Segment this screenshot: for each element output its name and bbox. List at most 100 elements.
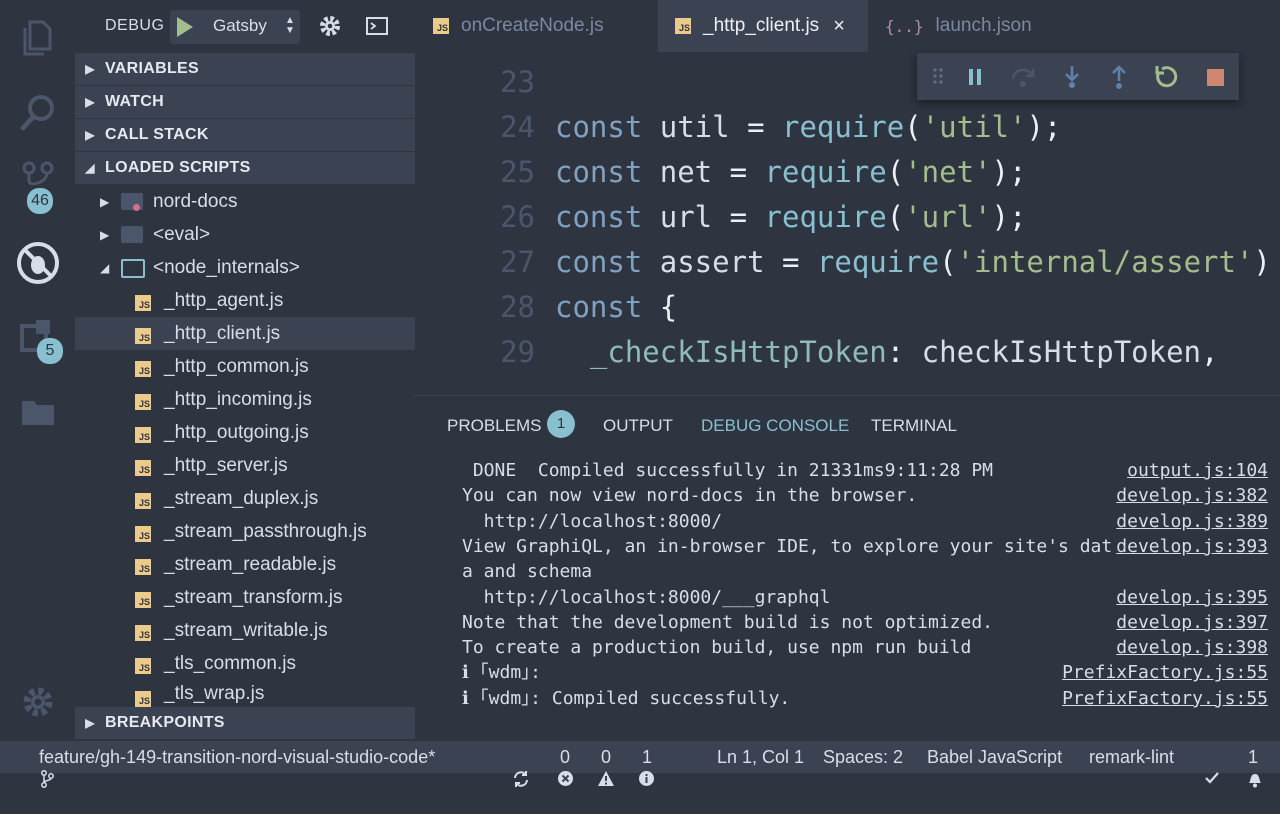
search-icon[interactable] (0, 82, 75, 142)
console-source-link[interactable]: PrefixFactory.js:55 (1062, 660, 1268, 685)
tab-debug-console[interactable]: DEBUG CONSOLE (701, 416, 849, 436)
language-mode[interactable]: Babel JavaScript (927, 747, 1062, 768)
code-token: const (555, 245, 660, 279)
start-debugging-icon[interactable] (177, 17, 193, 37)
code-line[interactable]: 26 const url = require('url'); (415, 195, 1280, 240)
tab-oncreatenode[interactable]: JS onCreateNode.js (433, 0, 604, 52)
js-file-icon: JS (433, 18, 449, 34)
folder-icon[interactable] (0, 382, 75, 442)
code-token: { (659, 290, 678, 324)
code-text: const url = require('url'); (555, 195, 1026, 240)
breakpoints-section[interactable]: ▶ BREAKPOINTS (75, 707, 415, 739)
js-file-icon: JS (135, 427, 151, 443)
restart-icon[interactable] (1154, 65, 1178, 94)
tab-launch-json[interactable]: {..} launch.json (885, 0, 1032, 52)
explorer-icon[interactable] (0, 8, 75, 68)
code-token: util (659, 110, 748, 144)
console-source-link[interactable]: develop.js:389 (1116, 509, 1268, 534)
code-line[interactable]: 28 const { (415, 285, 1280, 330)
js-file-icon: JS (135, 592, 151, 608)
linter-status[interactable]: remark-lint (1089, 747, 1174, 768)
gear-icon[interactable] (318, 14, 342, 43)
js-file-icon: JS (675, 18, 691, 34)
code-token: require (816, 245, 940, 279)
script-file[interactable]: JS _http_server.js (75, 449, 415, 482)
debug-sidebar: DEBUG Gatsby ▲ ▼ ▶ VARIABLES ▶ WATCH ▶ CALL … (75, 0, 415, 741)
code-line[interactable]: 27 const assert = require('internal/asser… (415, 240, 1280, 285)
step-out-icon[interactable] (1109, 65, 1129, 94)
tab-problems[interactable]: PROBLEMS (447, 416, 541, 436)
debug-icon[interactable] (0, 233, 75, 293)
script-file[interactable]: JS _http_agent.js (75, 284, 415, 317)
tab-http-client[interactable]: JS _http_client.js × (658, 0, 868, 52)
drag-handle-icon[interactable] (931, 67, 945, 90)
git-branch[interactable]: feature/gh-149-transition-nord-visual-st… (39, 747, 435, 768)
script-file[interactable]: JS _stream_passthrough.js (75, 515, 415, 548)
script-file[interactable]: JS _http_outgoing.js (75, 416, 415, 449)
js-file-icon: JS (135, 394, 151, 410)
line-number: 25 (500, 155, 535, 189)
console-source-link[interactable]: develop.js:382 (1116, 483, 1268, 508)
code-line[interactable]: 24 const util = require('util'); (415, 105, 1280, 150)
console-source-link[interactable]: develop.js:397 (1116, 610, 1268, 635)
close-icon[interactable]: × (833, 15, 845, 38)
tab-terminal[interactable]: TERMINAL (871, 416, 957, 436)
launch-config-value: Gatsby (213, 16, 267, 35)
folder-open-icon (121, 259, 145, 278)
loaded-scripts-section[interactable]: ◢ LOADED SCRIPTS (75, 152, 415, 184)
variables-section[interactable]: ▶ VARIABLES (75, 53, 415, 85)
script-file[interactable]: JS _stream_readable.js (75, 548, 415, 581)
script-file[interactable]: JS _http_incoming.js (75, 383, 415, 416)
call-stack-section[interactable]: ▶ CALL STACK (75, 119, 415, 151)
tree-folder-eval[interactable]: ▶ <eval> (75, 218, 415, 251)
extensions-badge: 5 (37, 338, 63, 364)
editor-tabs: JS onCreateNode.js JS _http_client.js × … (415, 0, 1280, 52)
stop-icon[interactable] (1207, 69, 1224, 91)
code-token: ); (991, 155, 1027, 189)
code-token: const (555, 290, 660, 324)
debug-toolbar: DEBUG Gatsby ▲ ▼ (75, 0, 415, 52)
error-count: 0 (560, 747, 571, 767)
code-line[interactable]: 25 const net = require('net'); (415, 150, 1280, 195)
console-source-link[interactable]: develop.js:395 (1116, 585, 1268, 610)
code-token: const (555, 110, 660, 144)
cursor-position[interactable]: Ln 1, Col 1 (717, 747, 804, 768)
script-file[interactable]: JS _tls_wrap.js (75, 680, 415, 708)
sync-icon[interactable] (492, 749, 530, 814)
console-source-link[interactable]: PrefixFactory.js:55 (1062, 686, 1268, 711)
js-file-icon: JS (135, 658, 151, 674)
console-source-link[interactable]: develop.js:393 (1116, 534, 1268, 559)
settings-gear-icon[interactable] (0, 672, 75, 732)
step-into-icon[interactable] (1062, 65, 1082, 94)
line-number: 29 (500, 335, 535, 369)
code-line[interactable]: 29 _checkIsHttpToken: checkIsHttpToken, (415, 330, 1280, 375)
watch-section[interactable]: ▶ WATCH (75, 86, 415, 118)
tree-folder-nord-docs[interactable]: ▶ nord-docs (75, 185, 415, 218)
script-file[interactable]: JS _stream_transform.js (75, 581, 415, 614)
js-file-icon: JS (135, 295, 151, 311)
indentation[interactable]: Spaces: 2 (823, 747, 903, 768)
code-text: const { (555, 285, 677, 330)
script-file[interactable]: JS _stream_writable.js (75, 614, 415, 647)
code-token: require (764, 200, 887, 234)
bell-icon[interactable] (1226, 749, 1264, 814)
code-token: 'net' (904, 155, 992, 189)
console-source-link[interactable]: develop.js:398 (1116, 635, 1268, 660)
code-token: _checkIsHttpToken (589, 335, 887, 369)
script-file[interactable]: JS _stream_duplex.js (75, 482, 415, 515)
tree-folder-node-internals[interactable]: ◢ <node_internals> (75, 251, 415, 284)
script-file[interactable]: JS _tls_common.js (75, 647, 415, 680)
code-editor[interactable]: 23 24 const util = require('util'); 25 const… (415, 52, 1280, 395)
problems-count-badge: 1 (547, 410, 575, 438)
js-file-icon: JS (135, 625, 151, 641)
code-token: const (555, 155, 660, 189)
chevron-down-icon: ◢ (100, 260, 110, 275)
pause-icon[interactable] (967, 68, 983, 91)
code-token: require (782, 110, 905, 144)
script-file[interactable]: JS _http_common.js (75, 350, 415, 383)
tab-output[interactable]: OUTPUT (603, 416, 673, 436)
debug-console-icon[interactable] (366, 17, 388, 40)
script-file-selected[interactable]: JS _http_client.js (75, 317, 415, 350)
step-over-icon[interactable] (1010, 65, 1036, 94)
console-source-link[interactable]: output.js:104 (1127, 458, 1268, 483)
